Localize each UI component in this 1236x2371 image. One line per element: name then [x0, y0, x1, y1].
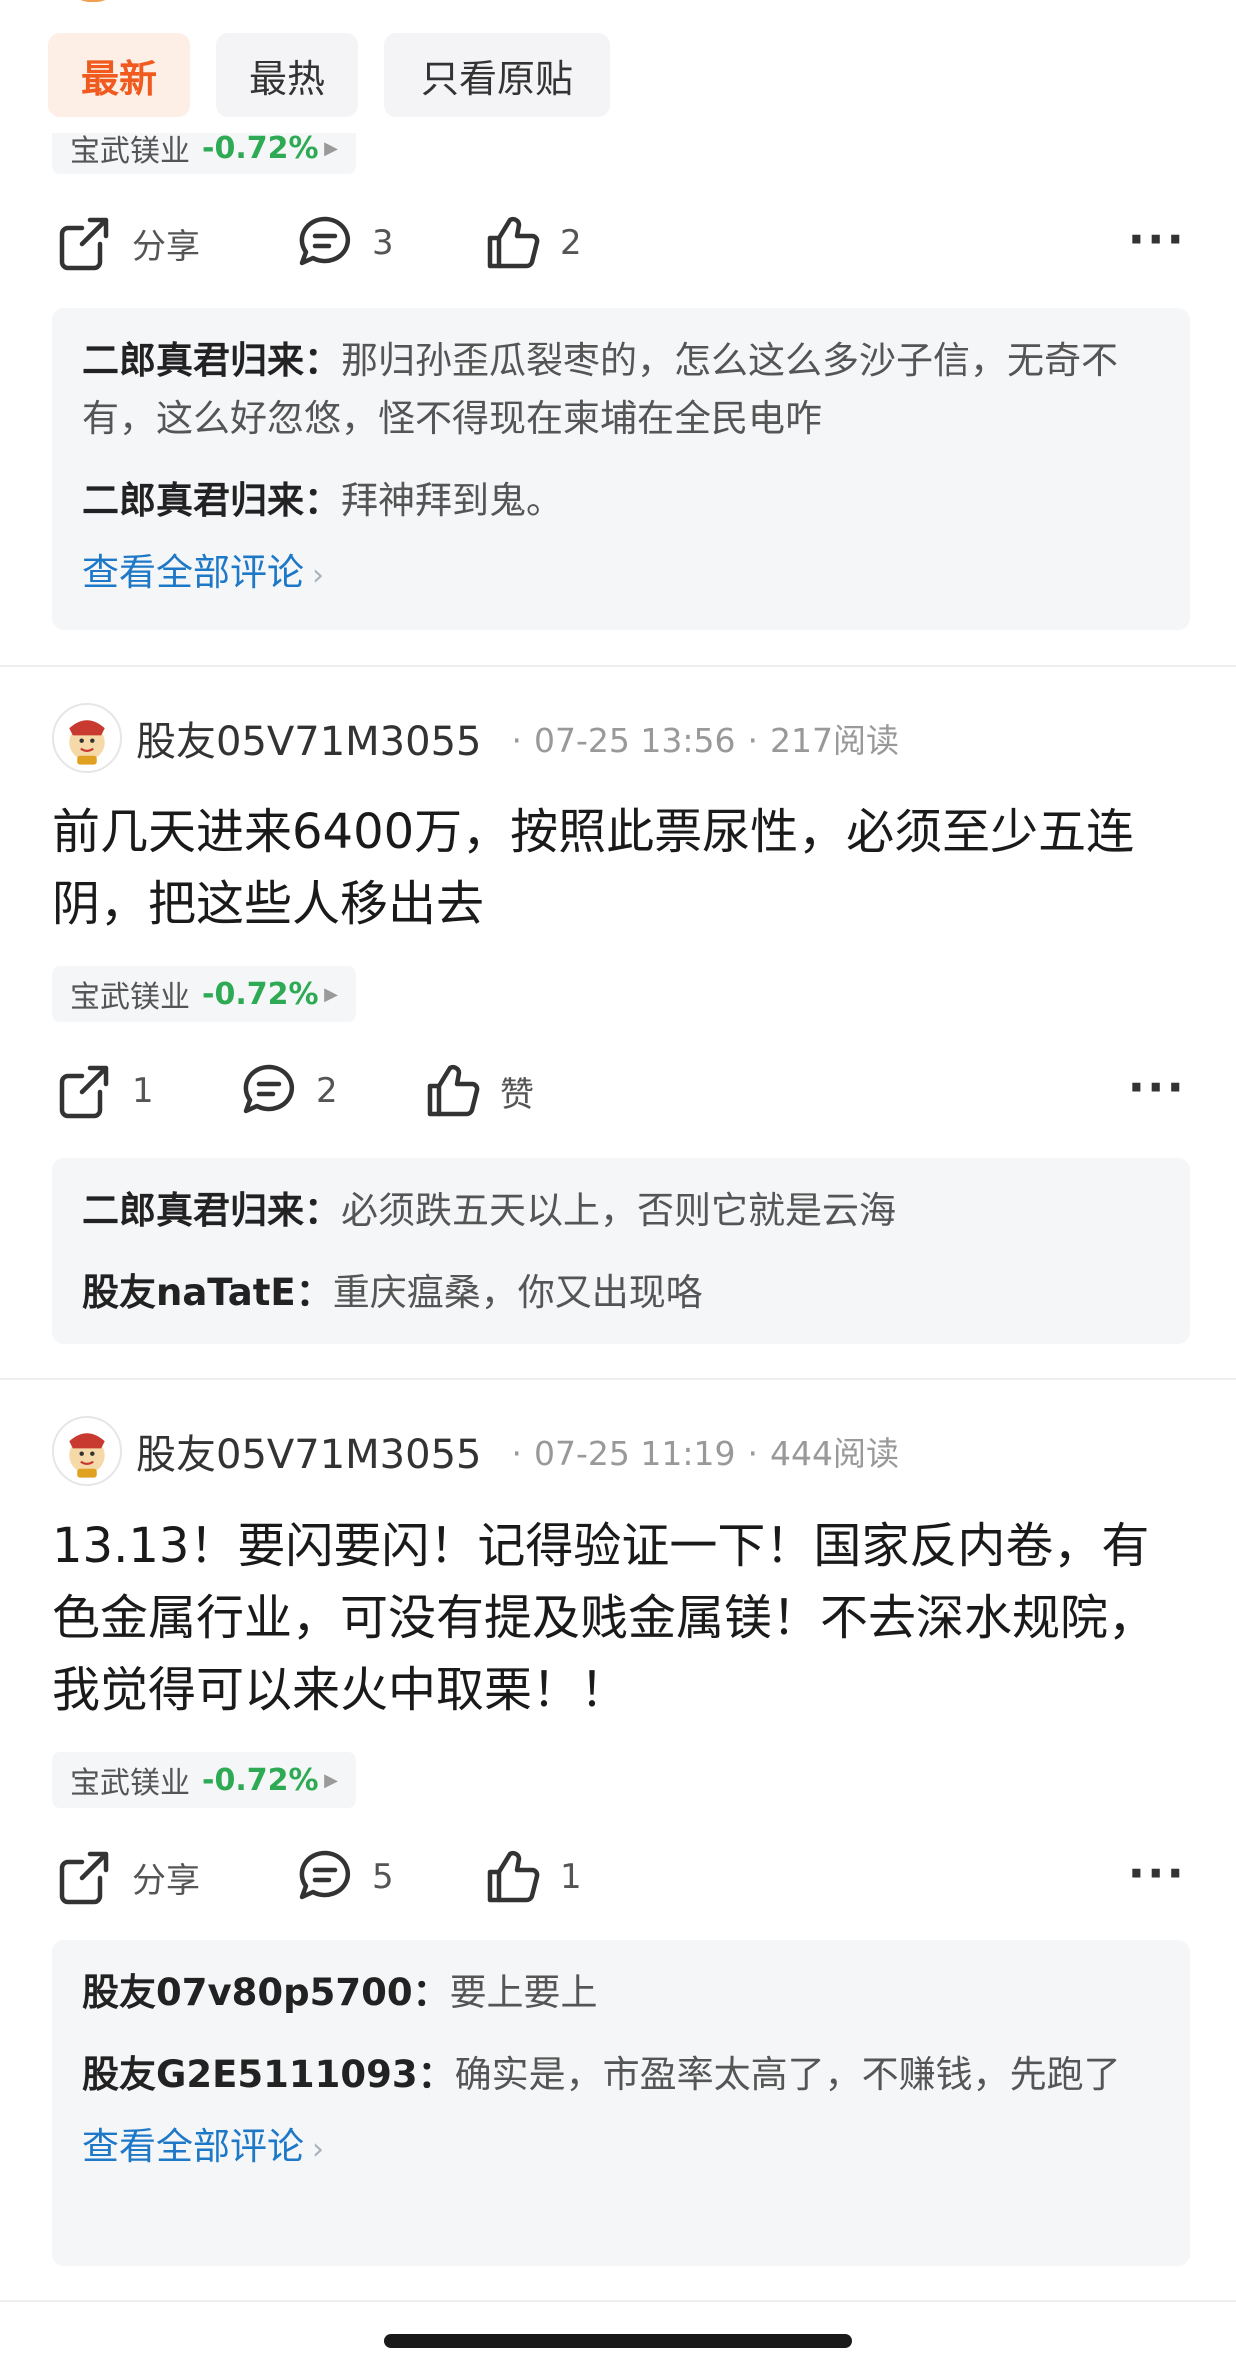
- stock-tag[interactable]: 宝武镁业 -0.72% ▶: [52, 966, 356, 1022]
- like-button[interactable]: 1: [484, 1848, 582, 1906]
- comment-button[interactable]: 5: [296, 1848, 394, 1906]
- more-options-button[interactable]: ···: [1128, 1060, 1186, 1114]
- ellipsis-icon: ···: [1127, 1060, 1186, 1114]
- comment-author[interactable]: 二郎真君归来：: [82, 479, 341, 522]
- divider: [0, 1378, 1236, 1380]
- like-icon: [484, 214, 542, 272]
- comment-author[interactable]: 二郎真君归来：: [82, 1189, 341, 1232]
- post-time: 07-25 11:19: [533, 1434, 736, 1473]
- comment-item: 二郎真君归来：拜神拜到鬼。: [82, 472, 1160, 530]
- stock-change: -0.72%: [202, 130, 319, 166]
- like-button[interactable]: 赞: [424, 1062, 534, 1120]
- share-count: 1: [132, 1071, 154, 1111]
- comment-author[interactable]: 二郎真君归来：: [82, 339, 341, 382]
- like-count: 2: [560, 223, 582, 263]
- comment-item: 股友G2E5111093：确实是，市盈率太高了，不赚钱，先跑了: [82, 2046, 1160, 2104]
- comment-count: 5: [372, 1857, 394, 1897]
- chevron-right-icon: ›: [312, 558, 324, 593]
- post-time: 07-25 13:56: [533, 721, 736, 760]
- view-all-comments-link[interactable]: 查看全部评论 ›: [82, 2118, 1160, 2179]
- like-label: 赞: [500, 1074, 534, 1115]
- share-label: 分享: [132, 226, 200, 267]
- comment-text: 要上要上: [449, 1971, 598, 2014]
- comment-author[interactable]: 股友G2E5111093：: [82, 2053, 455, 2096]
- tab-latest[interactable]: 最新: [48, 33, 190, 117]
- tab-bar-backdrop: [0, 117, 1236, 133]
- caret-right-icon: ▶: [324, 137, 338, 159]
- tab-original-only[interactable]: 只看原贴: [384, 33, 610, 117]
- home-indicator[interactable]: [384, 2334, 852, 2348]
- like-count: 1: [560, 1857, 582, 1897]
- comment-author[interactable]: 股友naTatE：: [82, 1271, 333, 1314]
- share-icon: [56, 1062, 114, 1120]
- avatar-partial: [66, 0, 120, 2]
- post-meta: · 07-25 11:19 · 444阅读: [511, 1434, 899, 1473]
- comment-button[interactable]: 3: [296, 214, 394, 272]
- more-options-button[interactable]: ···: [1128, 212, 1186, 266]
- comment-text: 重庆瘟桑，你又出现咯: [332, 1271, 703, 1314]
- avatar[interactable]: [52, 703, 122, 773]
- ellipsis-icon: ···: [1127, 212, 1186, 266]
- comment-button[interactable]: 2: [240, 1062, 338, 1120]
- tab-hottest[interactable]: 最热: [216, 33, 358, 117]
- comment-icon: [240, 1062, 298, 1120]
- caret-right-icon: ▶: [324, 1769, 338, 1791]
- comment-text: 确实是，市盈率太高了，不赚钱，先跑了: [454, 2053, 1121, 2096]
- username[interactable]: 股友05V71M3055: [136, 709, 481, 767]
- avatar-icon: [68, 719, 106, 766]
- post-body[interactable]: 前几天进来6400万，按照此票尿性，必须至少五连阴，把这些人移出去: [52, 796, 1192, 940]
- comment-item: 股友07v80p5700：要上要上: [82, 1964, 1160, 2022]
- post-body[interactable]: 13.13！要闪要闪！记得验证一下！国家反内卷，有色金属行业，可没有提及贱金属镁…: [52, 1510, 1192, 1726]
- comment-icon: [296, 1848, 354, 1906]
- post-header: 股友05V71M3055 · 07-25 13:56 · 217阅读: [52, 703, 899, 773]
- comment-preview[interactable]: 二郎真君归来：必须跌五天以上，否则它就是云海 股友naTatE：重庆瘟桑，你又出…: [52, 1158, 1190, 1344]
- view-all-label: 查看全部评论: [82, 551, 304, 594]
- comment-preview[interactable]: 股友07v80p5700：要上要上 股友G2E5111093：确实是，市盈率太高…: [52, 1940, 1190, 2266]
- username[interactable]: 股友05V71M3055: [136, 1422, 481, 1480]
- stock-change: -0.72%: [202, 976, 319, 1012]
- ellipsis-icon: ···: [1127, 1846, 1186, 1900]
- share-label: 分享: [132, 1860, 200, 1901]
- comment-count: 3: [372, 223, 394, 263]
- divider: [0, 2300, 1236, 2302]
- read-count: 444阅读: [769, 1434, 899, 1473]
- share-icon: [56, 214, 114, 272]
- stock-change: -0.72%: [202, 1762, 319, 1798]
- stock-tag[interactable]: 宝武镁业 -0.72% ▶: [52, 1752, 356, 1808]
- share-button[interactable]: 分享: [56, 1848, 200, 1906]
- caret-right-icon: ▶: [324, 983, 338, 1005]
- like-button[interactable]: 2: [484, 214, 582, 272]
- comment-count: 2: [316, 1071, 338, 1111]
- avatar-icon: [68, 1432, 106, 1479]
- share-button[interactable]: 1: [56, 1062, 154, 1120]
- comment-item: 二郎真君归来：必须跌五天以上，否则它就是云海: [82, 1182, 1160, 1240]
- comment-item: 股友naTatE：重庆瘟桑，你又出现咯: [82, 1264, 1160, 1322]
- avatar[interactable]: [52, 1416, 122, 1486]
- comment-text: 拜神拜到鬼。: [341, 479, 563, 522]
- share-icon: [56, 1848, 114, 1906]
- more-options-button[interactable]: ···: [1128, 1846, 1186, 1900]
- view-all-label: 查看全部评论: [82, 2125, 304, 2168]
- like-icon: [424, 1062, 482, 1120]
- comment-item: 二郎真君归来：那归孙歪瓜裂枣的，怎么这么多沙子信，无奇不有，这么好忽悠，怪不得现…: [82, 332, 1160, 448]
- post-header: 股友05V71M3055 · 07-25 11:19 · 444阅读: [52, 1416, 899, 1486]
- chevron-right-icon: ›: [312, 2132, 324, 2167]
- stock-name: 宝武镁业: [70, 980, 190, 1015]
- post-meta: · 07-25 13:56 · 217阅读: [511, 721, 899, 760]
- read-count: 217阅读: [769, 721, 899, 760]
- divider: [0, 665, 1236, 667]
- comment-text: 必须跌五天以上，否则它就是云海: [341, 1189, 896, 1232]
- comment-icon: [296, 214, 354, 272]
- like-icon: [484, 1848, 542, 1906]
- stock-name: 宝武镁业: [70, 1766, 190, 1801]
- comment-preview[interactable]: 二郎真君归来：那归孙歪瓜裂枣的，怎么这么多沙子信，无奇不有，这么好忽悠，怪不得现…: [52, 308, 1190, 630]
- comment-author[interactable]: 股友07v80p5700：: [82, 1971, 450, 2014]
- share-button[interactable]: 分享: [56, 214, 200, 272]
- view-all-comments-link[interactable]: 查看全部评论 ›: [82, 544, 1160, 605]
